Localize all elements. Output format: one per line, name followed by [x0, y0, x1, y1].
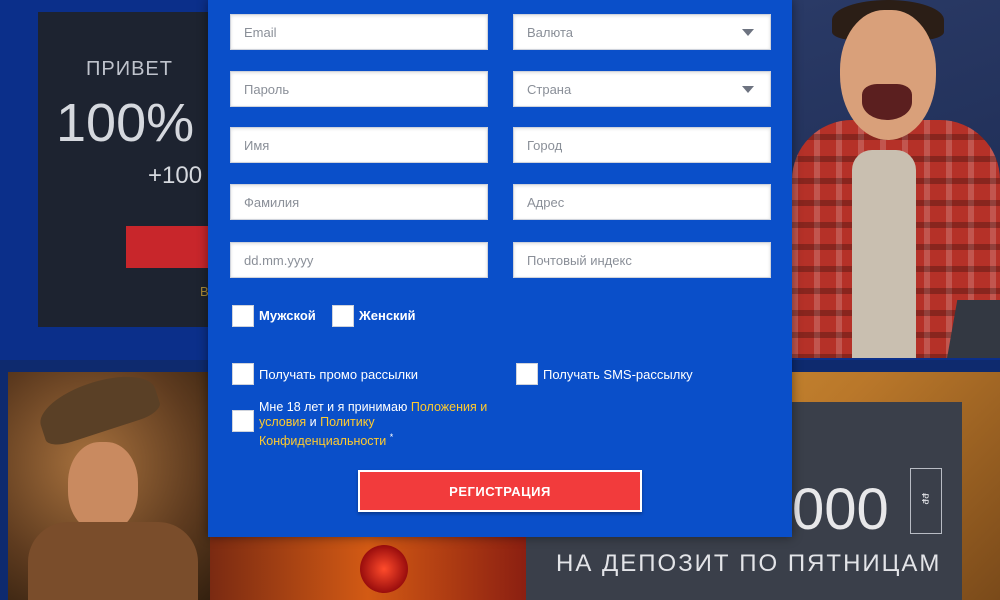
birth-date-input[interactable] [231, 243, 487, 277]
hero-face [840, 10, 936, 140]
terms-prefix: Мне 18 лет и я принимаю [259, 400, 408, 414]
currency-select[interactable] [513, 14, 771, 50]
first-name-field[interactable] [230, 127, 488, 163]
terms-agree-checkbox[interactable] [232, 410, 254, 432]
last-name-field[interactable] [230, 184, 488, 220]
friday-bonus-badge-text: ₽₽ [920, 493, 930, 505]
promo-mailing-label: Получать промо рассылки [259, 367, 419, 382]
city-field[interactable] [513, 127, 771, 163]
welcome-bonus-extra: +100 [148, 162, 203, 189]
last-name-input[interactable] [231, 185, 487, 219]
birth-date-field[interactable] [230, 242, 488, 278]
welcome-bonus-percent: 100% [56, 93, 195, 153]
welcome-bonus-button[interactable] [126, 226, 212, 268]
red-gem-icon [360, 545, 408, 593]
postal-code-field[interactable] [513, 242, 771, 278]
email-input[interactable] [231, 15, 487, 49]
email-field[interactable] [230, 14, 488, 50]
registration-modal: Мужской Женский Получать промо рассылки … [208, 0, 792, 537]
terms-conjunction: и [309, 415, 317, 429]
password-input[interactable] [231, 72, 487, 106]
explorer-face [68, 442, 138, 532]
friday-bonus-amount: 000 [792, 477, 889, 542]
required-mark: * [389, 432, 394, 442]
explorer-hat [33, 372, 163, 450]
address-field[interactable] [513, 184, 771, 220]
promo-image-explorer [8, 372, 210, 600]
first-name-input[interactable] [231, 128, 487, 162]
gender-female-checkbox[interactable] [332, 305, 354, 327]
gender-female-label: Женский [359, 308, 416, 323]
hero-image-excited-man [792, 0, 1000, 358]
sms-mailing-checkbox[interactable] [516, 363, 538, 385]
country-select[interactable] [513, 71, 771, 107]
hero-mouth [862, 84, 912, 120]
friday-bonus-badge: ₽₽ [910, 468, 942, 534]
password-field[interactable] [230, 71, 488, 107]
friday-bonus-caption: НА ДЕПОЗИТ ПО ПЯТНИЦАМ [556, 550, 942, 577]
promo-image-fire [210, 535, 526, 600]
hero-tshirt [852, 150, 916, 358]
terms-agreement-text: Мне 18 лет и я принимаю Положения и усло… [259, 400, 499, 449]
gender-male-label: Мужской [259, 308, 316, 323]
hero-laptop [946, 300, 1000, 358]
gender-male-checkbox[interactable] [232, 305, 254, 327]
sms-mailing-label: Получать SMS-рассылку [543, 367, 693, 382]
city-input[interactable] [514, 128, 770, 162]
currency-input[interactable] [514, 15, 770, 49]
postal-code-input[interactable] [514, 243, 770, 277]
explorer-body [28, 522, 198, 600]
promo-mailing-checkbox[interactable] [232, 363, 254, 385]
address-input[interactable] [514, 185, 770, 219]
welcome-bonus-greeting: ПРИВЕТ [86, 58, 173, 80]
register-button[interactable]: РЕГИСТРАЦИЯ [358, 470, 642, 512]
country-input[interactable] [514, 72, 770, 106]
